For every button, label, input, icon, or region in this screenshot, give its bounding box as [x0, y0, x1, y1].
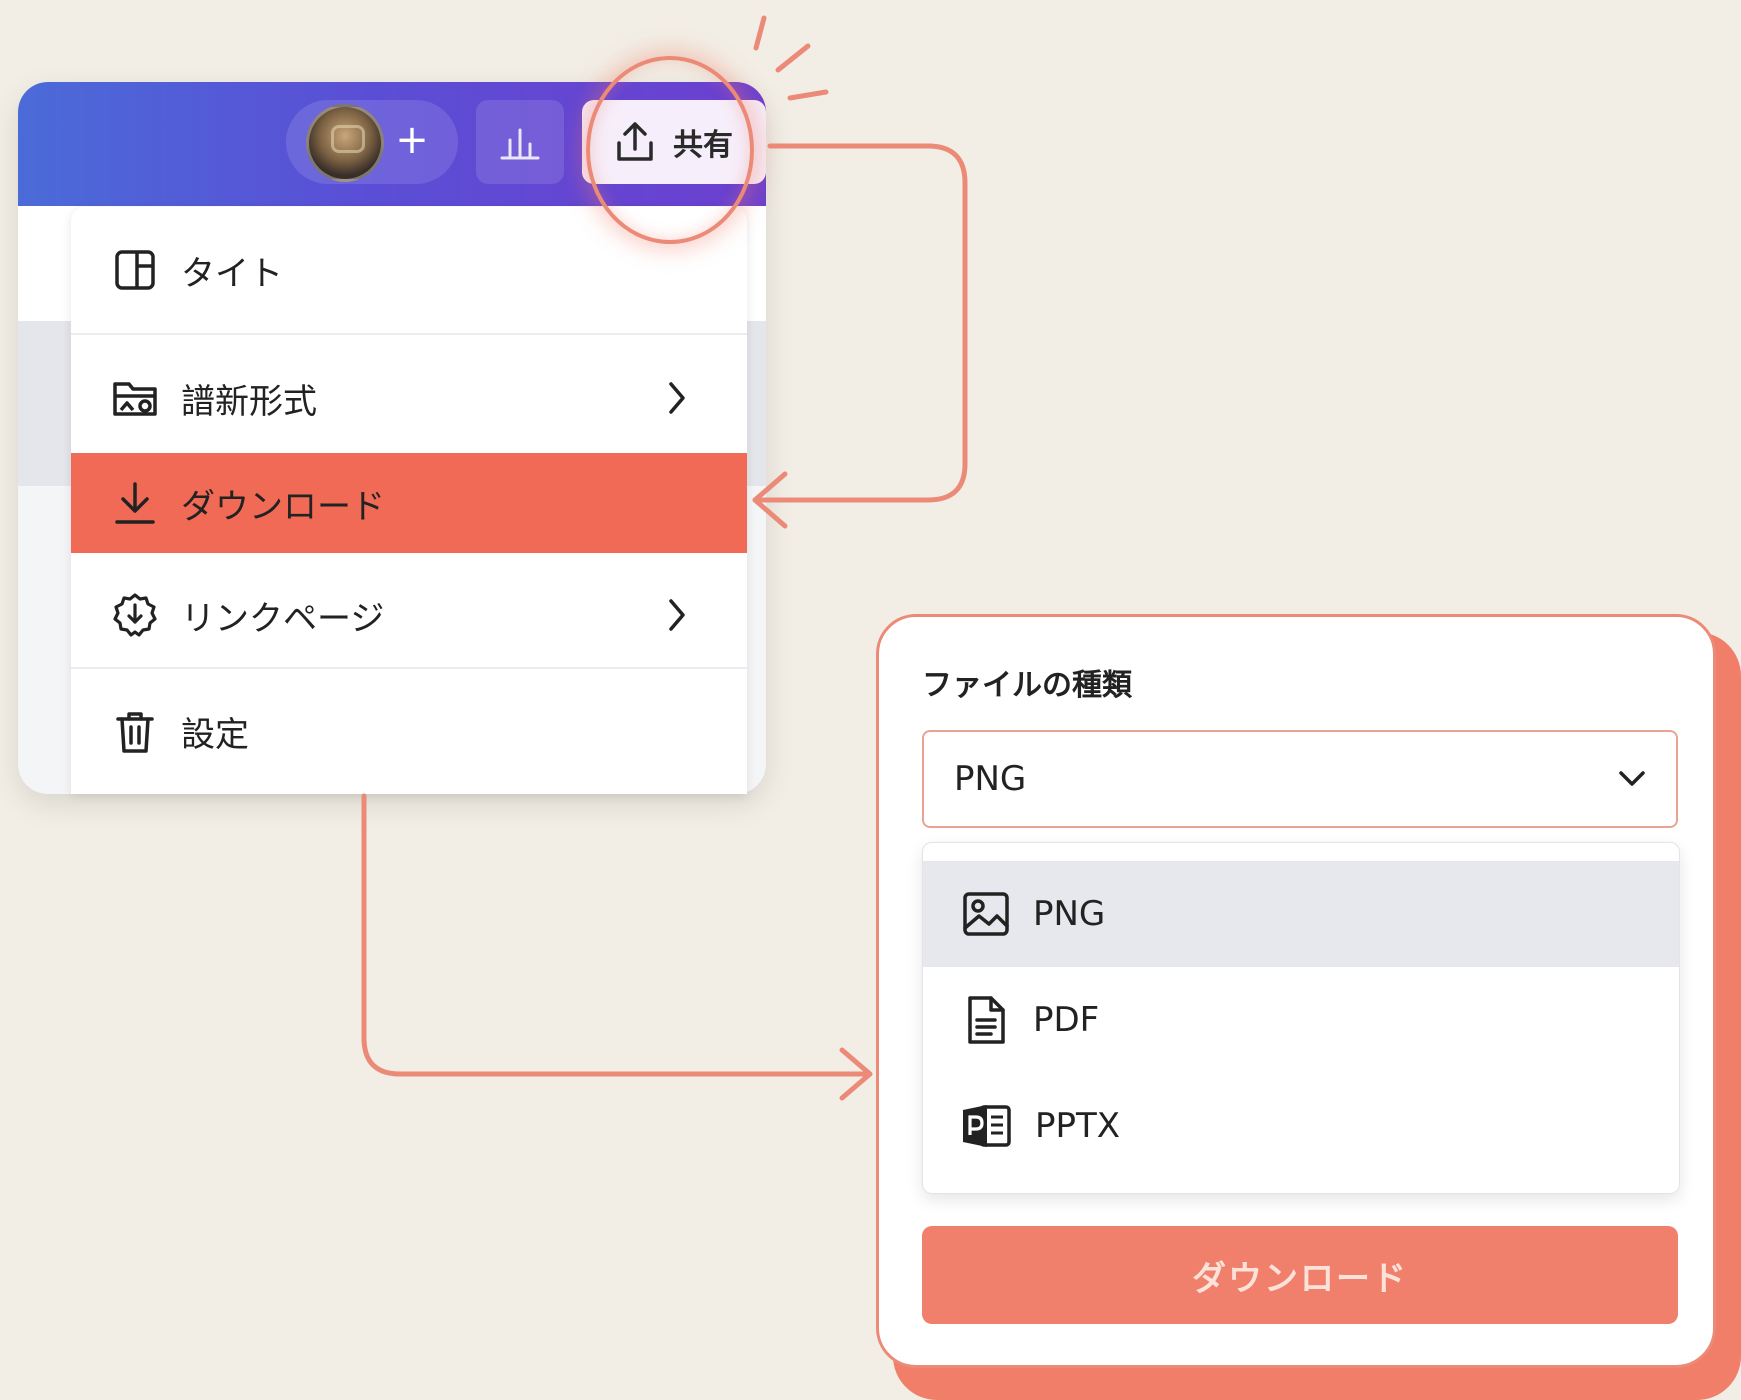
download-button[interactable]: ダウンロード: [922, 1226, 1678, 1324]
file-type-option-pptx[interactable]: PPTX: [923, 1073, 1679, 1179]
share-highlight-ring: [586, 56, 754, 244]
file-type-label: ファイルの種類: [922, 668, 1132, 703]
chevron-down-icon: [1619, 771, 1645, 786]
image-icon: [963, 892, 1009, 936]
connector-menu-to-panel: [361, 793, 871, 1077]
sparkle-lines: [753, 15, 829, 101]
file-type-select-value: PNG: [954, 759, 1027, 799]
file-type-option-png[interactable]: PNG: [923, 861, 1679, 967]
option-label: PDF: [1033, 1000, 1100, 1040]
download-button-label: ダウンロード: [1192, 1259, 1408, 1298]
file-type-dropdown: PNG PDF PPTX: [922, 842, 1680, 1194]
option-label: PPTX: [1035, 1106, 1121, 1146]
option-label: PNG: [1033, 894, 1106, 934]
document-icon: [968, 996, 1005, 1044]
file-type-option-pdf[interactable]: PDF: [923, 967, 1679, 1073]
file-type-select[interactable]: PNG: [922, 730, 1678, 828]
connector-share-to-download: [752, 143, 968, 503]
powerpoint-icon: [963, 1105, 1011, 1147]
